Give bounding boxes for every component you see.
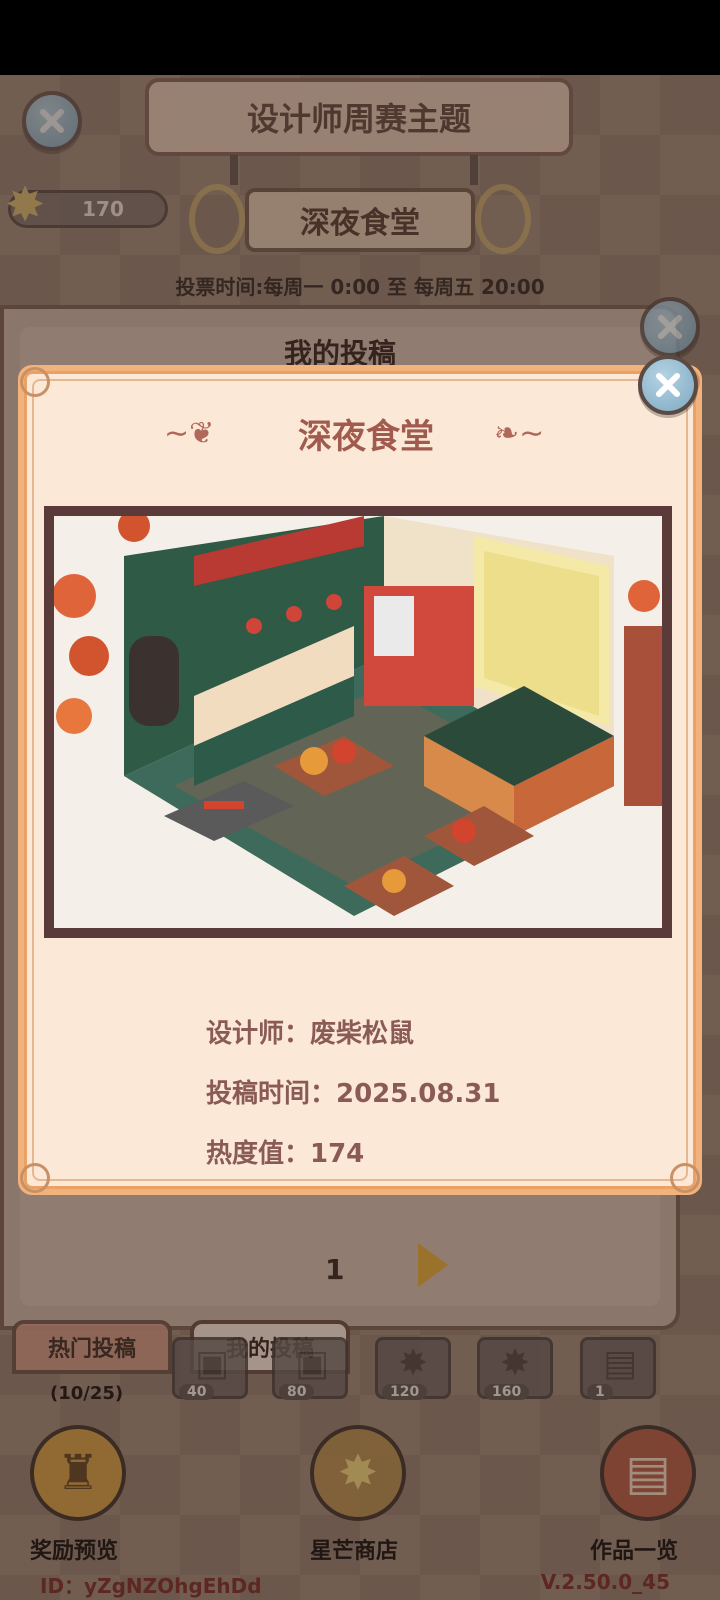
heat-value-label: 热度值：174	[206, 1139, 365, 1169]
scroll-ornament-right-icon: ❧∼	[494, 416, 545, 451]
corner-ornament	[20, 367, 50, 397]
game-screen: 设计师周赛主题 深夜食堂 ✸ 170 投票时间:每周一 0:00 至 每周五 2…	[0, 75, 720, 1600]
designer-label: 设计师：废柴松鼠	[206, 1019, 415, 1049]
card-close-button[interactable]	[638, 355, 698, 415]
card-title: 深夜食堂	[298, 417, 434, 457]
close-icon	[656, 373, 680, 397]
corner-ornament	[670, 1163, 700, 1193]
night-diner-room-illustration	[54, 516, 662, 928]
corner-ornament	[20, 1163, 50, 1193]
submit-time-label: 投稿时间：2025.08.31	[206, 1079, 501, 1109]
room-design-image	[44, 506, 672, 938]
submission-detail-card: ∼❦ 深夜食堂 ❧∼ 设计师：废柴松鼠 投稿时间：2025.08.31 热度值：…	[18, 365, 702, 1195]
